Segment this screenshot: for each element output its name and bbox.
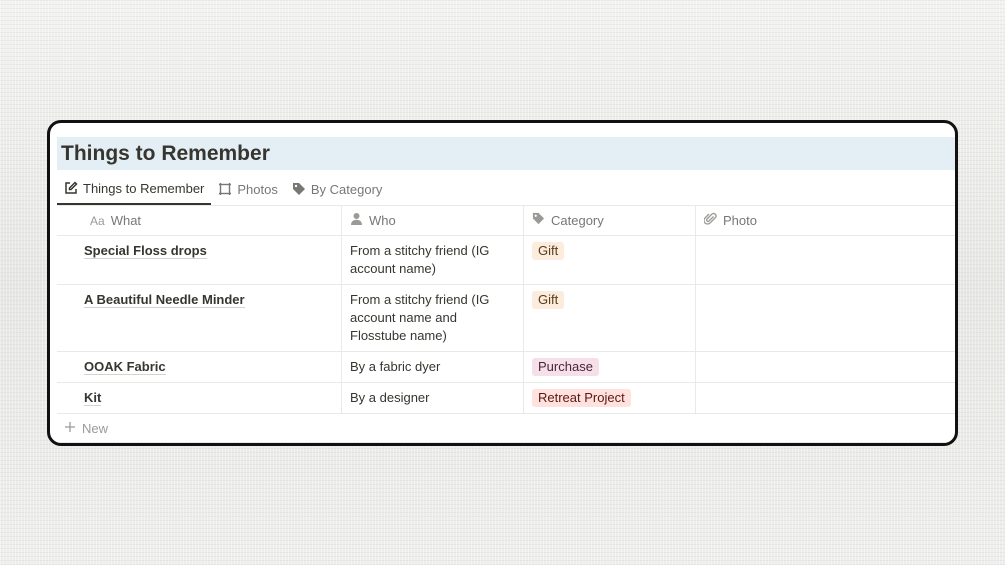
row-title[interactable]: A Beautiful Needle Minder bbox=[84, 292, 245, 308]
plus-icon bbox=[64, 421, 76, 436]
table-row[interactable]: Special Floss drops From a stitchy frien… bbox=[57, 236, 955, 285]
category-tag: Purchase bbox=[532, 358, 599, 376]
table-row[interactable]: OOAK Fabric By a fabric dyer Purchase bbox=[57, 352, 955, 383]
category-cell[interactable]: Retreat Project bbox=[524, 383, 696, 413]
gallery-icon bbox=[218, 182, 232, 196]
paperclip-icon bbox=[703, 212, 717, 230]
column-header-category[interactable]: Category bbox=[524, 206, 696, 235]
new-label: New bbox=[82, 420, 109, 436]
what-cell[interactable]: Kit bbox=[57, 383, 342, 413]
database-frame: Things to Remember Things to Remember Ph… bbox=[47, 120, 958, 446]
table-row[interactable]: Kit By a designer Retreat Project bbox=[57, 383, 955, 414]
row-title[interactable]: OOAK Fabric bbox=[84, 359, 166, 375]
column-label: Who bbox=[369, 212, 396, 228]
category-cell[interactable]: Gift bbox=[524, 236, 696, 284]
photo-cell[interactable] bbox=[696, 383, 955, 413]
category-tag: Gift bbox=[532, 291, 565, 309]
what-cell[interactable]: OOAK Fabric bbox=[57, 352, 342, 382]
tab-label: Things to Remember bbox=[83, 180, 205, 196]
tab-things-to-remember[interactable]: Things to Remember bbox=[57, 173, 212, 205]
page-title: Things to Remember bbox=[61, 142, 270, 165]
column-header-photo[interactable]: Photo bbox=[696, 206, 955, 235]
tag-icon bbox=[292, 182, 306, 196]
text-type-icon: Aa bbox=[90, 213, 105, 228]
tab-by-category[interactable]: By Category bbox=[285, 173, 390, 205]
who-cell[interactable]: From a stitchy friend (IG account name) bbox=[342, 236, 524, 284]
column-label: Category bbox=[551, 212, 604, 228]
tab-photos[interactable]: Photos bbox=[211, 173, 284, 205]
photo-cell[interactable] bbox=[696, 352, 955, 382]
category-tag: Gift bbox=[532, 242, 565, 260]
who-cell[interactable]: By a designer bbox=[342, 383, 524, 413]
who-cell[interactable]: From a stitchy friend (IG account name a… bbox=[342, 285, 524, 351]
column-label: Photo bbox=[723, 212, 757, 228]
table: Aa What Who Category Photo Special Floss… bbox=[57, 205, 955, 443]
person-icon bbox=[350, 212, 363, 230]
category-cell[interactable]: Purchase bbox=[524, 352, 696, 382]
title-bar: Things to Remember bbox=[57, 137, 955, 170]
column-header-who[interactable]: Who bbox=[342, 206, 524, 235]
who-cell[interactable]: By a fabric dyer bbox=[342, 352, 524, 382]
tab-label: By Category bbox=[310, 181, 383, 197]
table-row[interactable]: A Beautiful Needle Minder From a stitchy… bbox=[57, 285, 955, 352]
column-header-what[interactable]: Aa What bbox=[57, 206, 342, 235]
edit-icon bbox=[64, 181, 78, 195]
add-new-row-button[interactable]: New bbox=[57, 414, 955, 443]
what-cell[interactable]: Special Floss drops bbox=[57, 236, 342, 284]
column-label: What bbox=[110, 212, 142, 228]
category-cell[interactable]: Gift bbox=[524, 285, 696, 351]
view-tabs: Things to Remember Photos By Category bbox=[57, 173, 389, 205]
tag-icon bbox=[532, 212, 545, 230]
photo-cell[interactable] bbox=[696, 285, 955, 351]
row-title[interactable]: Special Floss drops bbox=[84, 243, 207, 259]
table-header: Aa What Who Category Photo bbox=[57, 206, 955, 236]
row-title[interactable]: Kit bbox=[84, 390, 102, 406]
tab-label: Photos bbox=[237, 181, 278, 197]
category-tag: Retreat Project bbox=[532, 389, 631, 407]
photo-cell[interactable] bbox=[696, 236, 955, 284]
what-cell[interactable]: A Beautiful Needle Minder bbox=[57, 285, 342, 351]
